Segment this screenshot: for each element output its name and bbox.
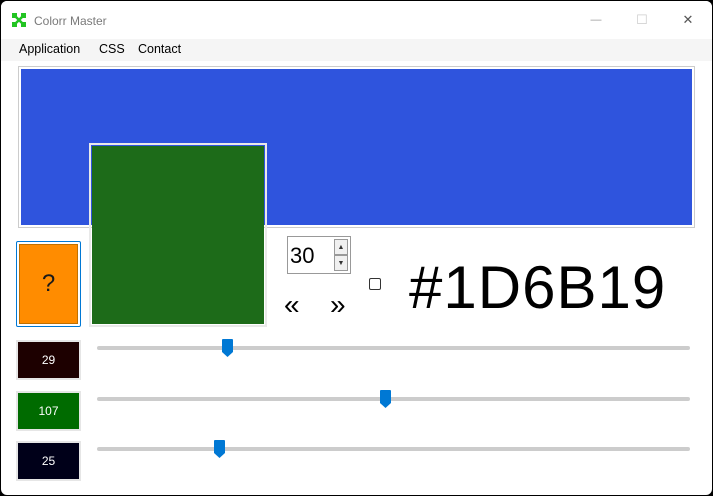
chevron-down-icon: ▼ [337,259,345,267]
close-icon: ✕ [682,12,694,27]
blue-channel-swatch: 25 [16,441,81,481]
red-channel-value: 29 [41,353,56,367]
maximize-button[interactable]: ☐ [619,1,665,39]
minimize-button[interactable]: — [573,1,619,39]
stepper-value[interactable]: 30 [290,243,314,269]
blue-channel-value: 25 [41,454,56,468]
red-channel-swatch: 29 [16,340,81,380]
menu-bar: Application CSS Contact [1,39,712,61]
red-channel-slider[interactable] [97,339,690,357]
title-bar[interactable]: Colorr Master — ☐ ✕ [1,1,712,39]
window-title: Colorr Master [34,14,107,28]
menu-application[interactable]: Application [19,42,80,56]
next-color-button[interactable]: » [330,289,346,321]
random-color-button[interactable]: ? [16,241,81,327]
close-button[interactable]: ✕ [665,1,711,39]
app-window: Colorr Master — ☐ ✕ Application CSS Cont… [1,1,712,495]
stepper-up-button[interactable]: ▲ [334,239,348,255]
app-logo-icon [12,13,26,27]
menu-css[interactable]: CSS [99,42,125,56]
green-channel-slider[interactable] [97,390,690,408]
blue-slider-thumb[interactable] [213,440,225,458]
green-slider-thumb[interactable] [379,390,391,408]
red-slider-thumb[interactable] [221,339,233,357]
green-channel-value: 107 [38,404,59,418]
green-channel-swatch: 107 [16,391,81,431]
current-color-swatch [89,143,267,327]
hex-code-label: #1D6B19 [409,254,667,321]
random-button-face: ? [19,244,78,324]
chevron-up-icon: ▲ [337,243,345,251]
lock-checkbox[interactable] [369,278,381,290]
previous-color-button[interactable]: « [284,289,300,321]
maximize-icon: ☐ [636,12,648,27]
menu-contact[interactable]: Contact [138,42,181,56]
step-stepper[interactable]: 30 ▲ ▼ [287,236,351,274]
current-color-fill [92,146,264,324]
random-button-label: ? [41,270,56,297]
minimize-icon: — [590,14,602,26]
blue-channel-slider[interactable] [97,440,690,458]
stepper-down-button[interactable]: ▼ [334,255,348,271]
